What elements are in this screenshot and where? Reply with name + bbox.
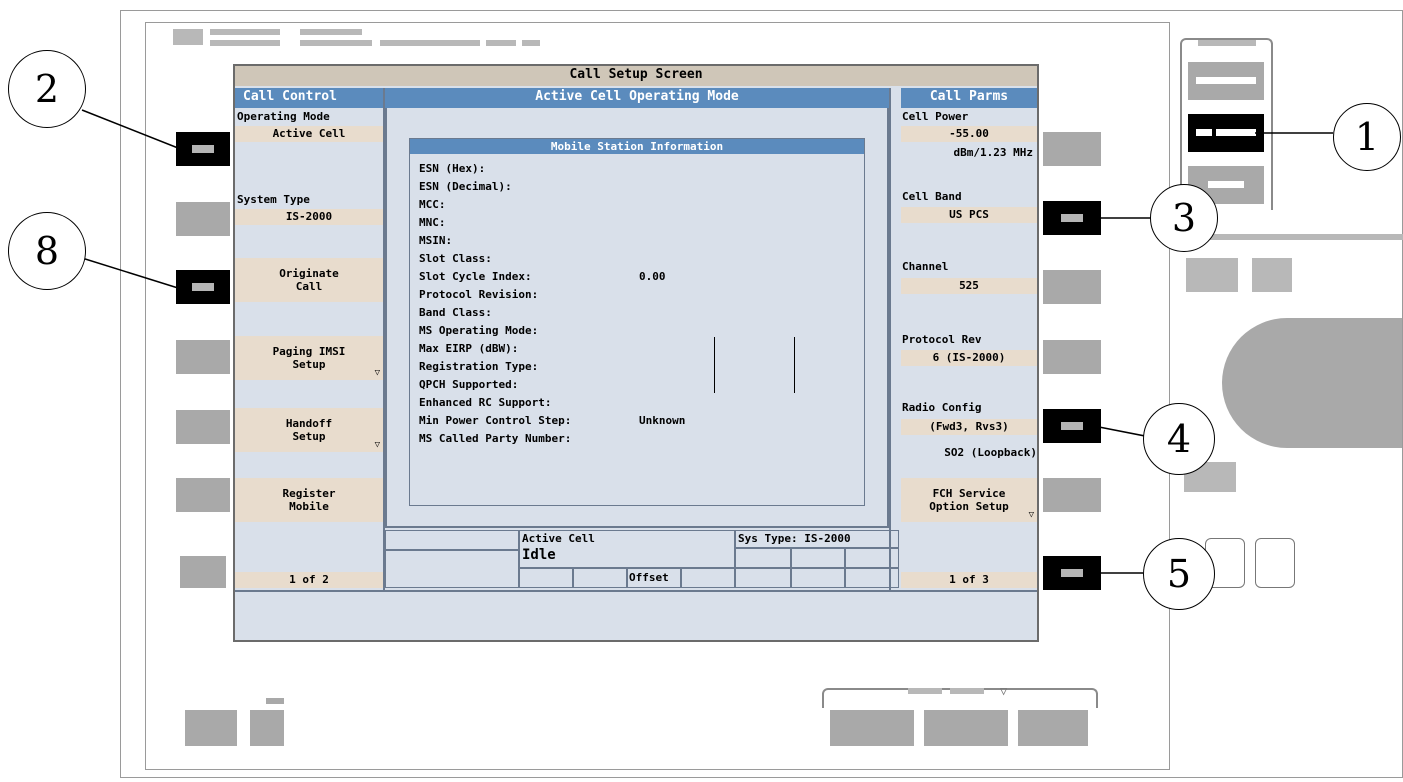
callout-1: 1 bbox=[1333, 103, 1401, 171]
callout-5: 5 bbox=[1143, 538, 1215, 610]
callout-8: 8 bbox=[8, 212, 86, 290]
callout-2: 2 bbox=[8, 50, 86, 128]
callout-4: 4 bbox=[1143, 403, 1215, 475]
callout-3: 3 bbox=[1150, 184, 1218, 252]
callout-leader-lines bbox=[81, 109, 1333, 574]
